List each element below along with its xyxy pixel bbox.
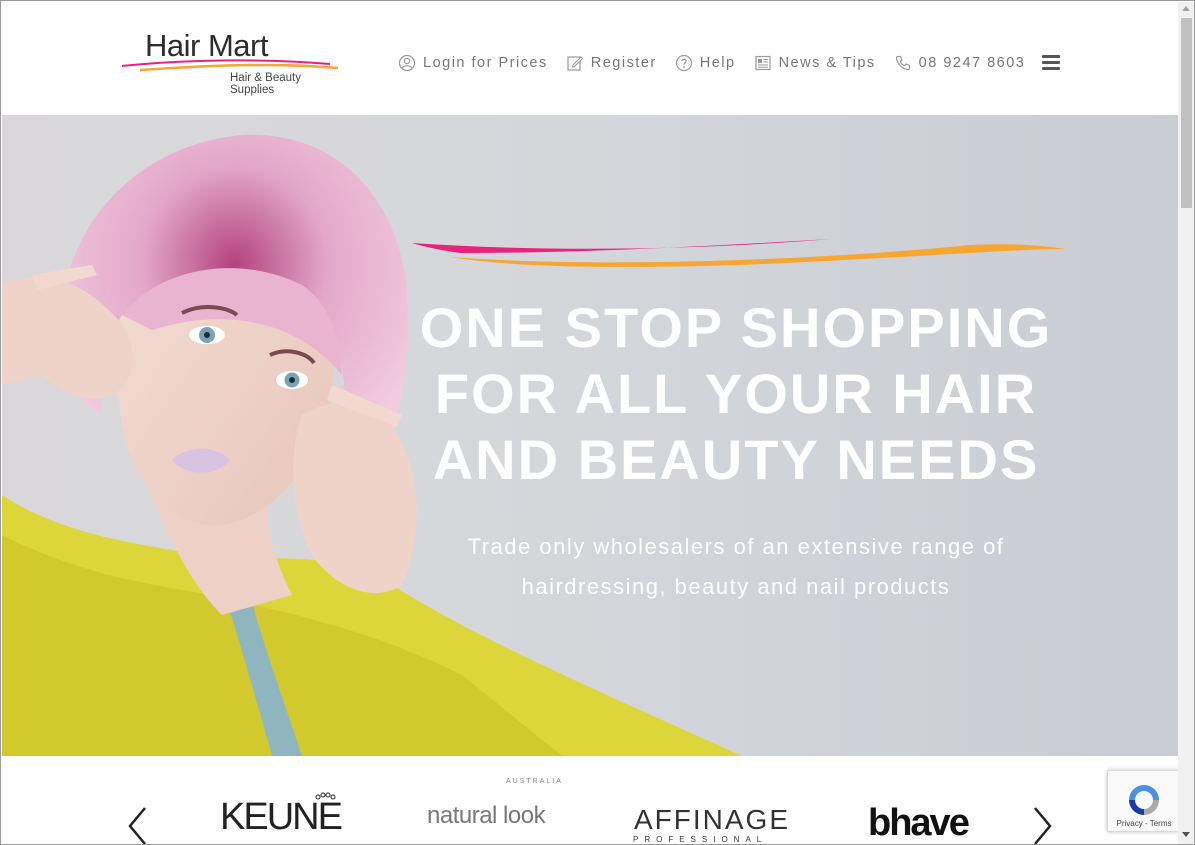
nav-news-tips[interactable]: News & Tips bbox=[754, 54, 876, 72]
brand-logo-affinage[interactable]: AFFINAGE bbox=[634, 804, 790, 836]
recaptcha-icon bbox=[1129, 785, 1159, 815]
browser-viewport: Hair Mart Hair & Beauty Supplies Login f… bbox=[0, 0, 1195, 845]
brand-natural-label: natural look bbox=[427, 802, 546, 829]
keune-crown-icon bbox=[315, 792, 336, 800]
nav-help[interactable]: Help bbox=[675, 54, 736, 72]
scrollbar-thumb[interactable] bbox=[1181, 18, 1192, 208]
recaptcha-badge[interactable]: Privacy - Terms bbox=[1107, 770, 1179, 832]
hero-swoosh-icon bbox=[412, 239, 1066, 267]
brand-affinage-sublabel: PROFESSIONAL bbox=[633, 835, 768, 844]
hair-mart-logo[interactable]: Hair Mart Hair & Beauty Supplies bbox=[120, 24, 340, 96]
hero-banner: ONE STOP SHOPPING FOR ALL YOUR HAIR AND … bbox=[2, 115, 1178, 756]
nav-help-label: Help bbox=[699, 55, 736, 71]
logo-tagline: Hair & Beauty Supplies bbox=[230, 72, 301, 96]
hamburger-icon[interactable] bbox=[1042, 55, 1060, 71]
main-nav: Login for Prices Register Help News & Ti… bbox=[398, 52, 1025, 74]
brand-bhave-label: bhave bbox=[868, 802, 970, 844]
hero-title-line-1: ONE STOP SHOPPING bbox=[419, 296, 1053, 359]
site-header: Hair Mart Hair & Beauty Supplies Login f… bbox=[2, 2, 1178, 115]
brand-logo-bhave[interactable]: bhave bbox=[868, 802, 970, 844]
nav-phone[interactable]: 08 9247 8603 bbox=[894, 54, 1026, 72]
recaptcha-links: Privacy - Terms bbox=[1108, 819, 1180, 828]
nav-login-for-prices[interactable]: Login for Prices bbox=[398, 54, 548, 72]
scroll-up-arrow-icon[interactable] bbox=[1182, 6, 1190, 11]
newspaper-icon bbox=[754, 54, 772, 72]
hero-title: ONE STOP SHOPPING FOR ALL YOUR HAIR AND … bbox=[402, 295, 1070, 493]
nav-login-label: Login for Prices bbox=[423, 55, 548, 71]
hero-subtitle: Trade only wholesalers of an extensive r… bbox=[412, 527, 1060, 607]
recaptcha-privacy-link[interactable]: Privacy bbox=[1117, 819, 1143, 828]
hero-title-line-3: AND BEAUTY NEEDS bbox=[432, 428, 1040, 491]
nav-register[interactable]: Register bbox=[566, 54, 657, 72]
nav-register-label: Register bbox=[590, 55, 657, 71]
brand-logo-natural-look[interactable]: natural look bbox=[427, 802, 546, 830]
user-circle-icon bbox=[398, 54, 416, 72]
chevron-left-icon[interactable] bbox=[126, 806, 148, 845]
hero-subtitle-line-1: Trade only wholesalers of an extensive r… bbox=[467, 534, 1005, 559]
brands-carousel: KEUNE natural look AFFINAGE bhave bbox=[2, 756, 1178, 845]
brand-affinage-label: AFFINAGE bbox=[634, 804, 791, 835]
hero-subtitle-line-2: hairdressing, beauty and nail products bbox=[521, 574, 951, 599]
edit-icon bbox=[566, 54, 584, 72]
recaptcha-terms-link[interactable]: Terms bbox=[1150, 819, 1172, 828]
vertical-scrollbar[interactable] bbox=[1178, 2, 1194, 844]
brand-logo-keune[interactable]: KEUNE bbox=[220, 792, 343, 839]
question-icon bbox=[675, 54, 693, 72]
nav-phone-label: 08 9247 8603 bbox=[918, 55, 1026, 71]
nav-news-label: News & Tips bbox=[778, 55, 876, 71]
hero-title-line-2: FOR ALL YOUR HAIR bbox=[434, 362, 1038, 425]
phone-icon bbox=[894, 54, 912, 72]
chevron-right-icon[interactable] bbox=[1032, 806, 1054, 845]
scroll-down-arrow-icon[interactable] bbox=[1182, 832, 1190, 837]
recaptcha-separator: - bbox=[1142, 819, 1150, 828]
brand-natural-sublabel: AUSTRALIA bbox=[506, 778, 563, 785]
